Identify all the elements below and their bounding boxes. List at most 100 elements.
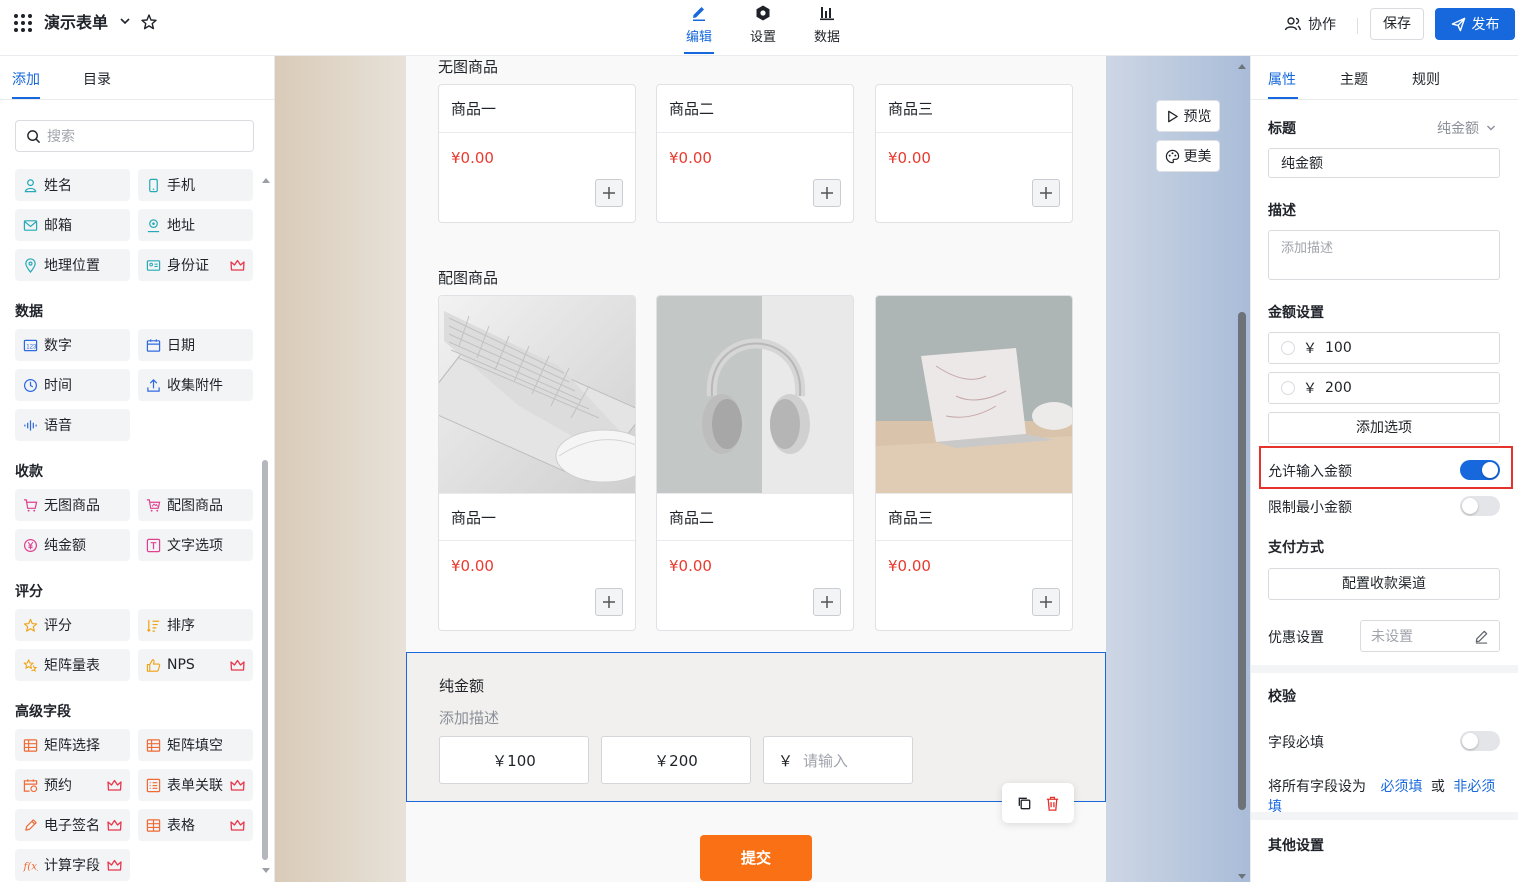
product-card-image[interactable]: 商品一 ¥0.00: [438, 295, 636, 631]
section-title-rating: 评分: [15, 584, 43, 600]
chevron-down-icon[interactable]: [118, 14, 132, 28]
tab-rules[interactable]: 规则: [1412, 69, 1440, 89]
section-divider: [1251, 665, 1518, 673]
publish-button[interactable]: 发布: [1435, 8, 1515, 40]
field-item-appointment[interactable]: 预约: [15, 769, 130, 801]
upload-icon: [147, 378, 160, 392]
field-item-product-no-image[interactable]: 无图商品: [15, 489, 130, 521]
discount-select[interactable]: 未设置: [1360, 620, 1500, 652]
field-item-id-card[interactable]: 身份证: [138, 249, 253, 281]
field-item-geolocation[interactable]: 地理位置: [15, 249, 130, 281]
crown-icon: [107, 859, 122, 871]
field-item-time[interactable]: 时间: [15, 369, 130, 401]
product-price: ¥0.00: [888, 557, 931, 575]
field-item-rating[interactable]: 评分: [15, 609, 130, 641]
field-item-matrix-fill[interactable]: 矩阵填空: [138, 729, 253, 761]
add-option-button[interactable]: 添加选项: [1268, 412, 1500, 444]
radio-circle[interactable]: [1281, 381, 1295, 395]
canvas-scroll-down-arrow[interactable]: [1238, 874, 1246, 879]
left-scrollbar-thumb[interactable]: [262, 460, 268, 860]
radio-circle[interactable]: [1281, 341, 1295, 355]
product-card-image[interactable]: 商品二 ¥0.00: [656, 295, 854, 631]
title-label: 标题: [1268, 121, 1296, 137]
tab-edit[interactable]: 编辑: [679, 4, 719, 45]
configure-payment-button[interactable]: 配置收款渠道: [1268, 568, 1500, 600]
field-item-text-option[interactable]: 文字选项: [138, 529, 253, 561]
field-item-e-signature[interactable]: 电子签名: [15, 809, 130, 841]
add-to-cart-button[interactable]: [813, 588, 841, 616]
save-button[interactable]: 保存: [1370, 8, 1424, 40]
collaborate-label: 协作: [1308, 17, 1336, 33]
tab-settings[interactable]: 设置: [743, 4, 783, 45]
add-to-cart-button[interactable]: [813, 179, 841, 207]
collaborate-button[interactable]: 协作: [1284, 14, 1336, 34]
tab-catalog[interactable]: 目录: [83, 69, 111, 89]
title-input[interactable]: 纯金额: [1268, 148, 1500, 178]
tab-add[interactable]: 添加: [12, 69, 40, 89]
submit-button[interactable]: 提交: [700, 835, 812, 881]
tab-properties[interactable]: 属性: [1268, 69, 1296, 89]
amount-option-100[interactable]: ￥100: [439, 736, 589, 784]
form-title[interactable]: 演示表单: [44, 12, 108, 34]
allow-input-toggle[interactable]: [1460, 460, 1500, 480]
apps-grid-icon[interactable]: [14, 14, 32, 32]
scroll-down-arrow[interactable]: [262, 868, 270, 873]
tab-data[interactable]: 数据: [807, 4, 847, 45]
field-item-product-with-image[interactable]: 配图商品: [138, 489, 253, 521]
group-label-no-image: 无图商品: [438, 58, 499, 76]
set-all-required-link[interactable]: 必须填: [1380, 779, 1422, 795]
add-to-cart-button[interactable]: [595, 588, 623, 616]
field-item-table[interactable]: 表格: [138, 809, 253, 841]
product-card[interactable]: 商品一 ¥0.00: [438, 84, 636, 223]
canvas-scrollbar-thumb[interactable]: [1238, 312, 1246, 810]
active-tab-indicator: [684, 52, 714, 54]
amount-option-200[interactable]: ￥200: [601, 736, 751, 784]
description-textarea[interactable]: 添加描述: [1268, 230, 1500, 280]
headphones-image: [657, 296, 853, 493]
field-item-nps[interactable]: NPS: [138, 649, 253, 681]
field-item-name[interactable]: 姓名: [15, 169, 130, 201]
required-toggle[interactable]: [1460, 731, 1500, 751]
add-to-cart-button[interactable]: [1032, 179, 1060, 207]
field-item-calc[interactable]: f(x) 计算字段: [15, 849, 130, 881]
scroll-up-arrow[interactable]: [262, 178, 270, 183]
add-to-cart-button[interactable]: [1032, 588, 1060, 616]
field-item-attachment[interactable]: 收集附件: [138, 369, 253, 401]
product-card[interactable]: 商品二 ¥0.00: [656, 84, 854, 223]
product-card[interactable]: 商品三 ¥0.00: [875, 84, 1073, 223]
limit-min-toggle[interactable]: [1460, 496, 1500, 516]
star-favorite-icon[interactable]: [140, 13, 158, 31]
custom-amount-input[interactable]: ￥ 请输入: [763, 736, 913, 784]
amount-setting-value: 200: [1325, 380, 1352, 396]
amount-field-selected[interactable]: 纯金额 添加描述 ￥100 ￥200 ￥ 请输入: [406, 652, 1106, 802]
add-to-cart-button[interactable]: [595, 179, 623, 207]
tab-theme[interactable]: 主题: [1340, 69, 1368, 89]
right-tabs: 属性 主题 规则: [1251, 56, 1518, 100]
field-item-pure-amount[interactable]: 纯金额: [15, 529, 130, 561]
delete-icon[interactable]: [1044, 795, 1061, 812]
form-link-icon: [146, 778, 161, 792]
canvas-scroll-up-arrow[interactable]: [1238, 64, 1246, 69]
field-type-select[interactable]: 纯金额: [1437, 118, 1497, 138]
product-card-image[interactable]: 商品三 ¥0.00: [875, 295, 1073, 631]
preview-button[interactable]: 预览: [1156, 100, 1220, 132]
field-item-matrix-select[interactable]: 矩阵选择: [15, 729, 130, 761]
field-item-sort[interactable]: 排序: [138, 609, 253, 641]
field-item-form-link[interactable]: 表单关联: [138, 769, 253, 801]
field-item-matrix-scale[interactable]: 矩阵量表: [15, 649, 130, 681]
copy-icon[interactable]: [1016, 795, 1033, 812]
product-name: 商品三: [876, 85, 1072, 133]
field-item-date[interactable]: 日期: [138, 329, 253, 361]
field-item-phone[interactable]: 手机: [138, 169, 253, 201]
product-name: 商品二: [657, 493, 853, 541]
field-item-voice[interactable]: 语音: [15, 409, 130, 441]
search-input[interactable]: 搜索: [15, 120, 254, 152]
field-item-address[interactable]: 地址: [138, 209, 253, 241]
field-item-number[interactable]: 123 数字: [15, 329, 130, 361]
set-all-or: 或: [1430, 779, 1445, 795]
crown-icon: [230, 659, 245, 671]
beautify-button[interactable]: 更美: [1156, 140, 1220, 172]
amount-setting-option[interactable]: ￥ 200: [1268, 372, 1500, 404]
amount-setting-option[interactable]: ￥ 100: [1268, 332, 1500, 364]
field-item-email[interactable]: 邮箱: [15, 209, 130, 241]
